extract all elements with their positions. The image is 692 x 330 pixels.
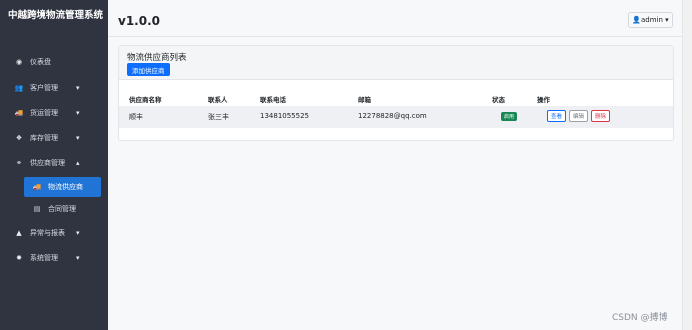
column-header-status: 状态 — [492, 96, 505, 104]
sidebar-item-exceptions-reports[interactable]: ▲ 异常与报表 ▾ — [0, 223, 108, 243]
sidebar-item-label: 货运管理 — [30, 109, 58, 117]
sidebar-item-label: 库存管理 — [30, 134, 58, 142]
column-header-email: 邮箱 — [358, 96, 371, 104]
warning-icon: ▲ — [16, 229, 22, 237]
card-header: 物流供应商列表 添加供应商 — [119, 46, 673, 80]
cell-email: 12278828@qq.com — [358, 112, 427, 120]
card-title: 物流供应商列表 — [127, 53, 187, 63]
app-version: v1.0.0 — [118, 14, 160, 28]
user-menu-button[interactable]: 👤admin ▾ — [628, 12, 673, 28]
header-divider — [108, 36, 682, 37]
users-icon: 👥 — [14, 84, 24, 92]
sidebar-item-contracts[interactable]: ▤ 合同管理 — [24, 199, 101, 219]
sidebar-item-label: 异常与报表 — [30, 229, 65, 237]
status-badge: 启用 — [501, 112, 518, 121]
gear-icon: ✹ — [16, 254, 22, 262]
cell-phone: 13481055525 — [260, 112, 309, 120]
chevron-down-icon: ▾ — [76, 134, 80, 142]
cell-supplier-name: 顺丰 — [129, 113, 143, 121]
sidebar-item-label: 仪表盘 — [30, 58, 51, 66]
column-header-phone: 联系电话 — [260, 96, 286, 104]
sidebar-item-suppliers[interactable]: ⚭ 供应商管理 ▴ — [0, 153, 108, 173]
sidebar-item-label: 合同管理 — [48, 205, 76, 213]
column-header-actions: 操作 — [537, 96, 550, 104]
chevron-down-icon: ▾ — [76, 84, 80, 92]
dashboard-icon: ◉ — [15, 58, 23, 66]
chevron-down-icon: ▾ — [76, 254, 80, 262]
sidebar: 中越跨境物流管理系统 ◉ 仪表盘 👥 客户管理 ▾ 🚚 货运管理 ▾ ❖ 库存管… — [0, 0, 108, 330]
chevron-up-icon: ▴ — [76, 159, 80, 167]
sidebar-item-label: 客户管理 — [30, 84, 58, 92]
truck-icon: 🚚 — [14, 109, 24, 117]
vertical-scrollbar[interactable] — [682, 0, 692, 330]
cell-contact: 张三丰 — [208, 113, 229, 121]
sidebar-item-label: 物流供应商 — [48, 183, 83, 191]
chevron-down-icon: ▾ — [76, 109, 80, 117]
app-brand: 中越跨境物流管理系统 — [8, 10, 104, 21]
sidebar-item-label: 供应商管理 — [30, 159, 65, 167]
watermark: CSDN @搏博 — [612, 313, 668, 323]
column-header-contact: 联系人 — [208, 96, 228, 104]
sidebar-item-inventory[interactable]: ❖ 库存管理 ▾ — [0, 128, 108, 148]
edit-button[interactable]: 编辑 — [569, 110, 589, 122]
sidebar-item-dashboard[interactable]: ◉ 仪表盘 — [0, 52, 108, 72]
sidebar-item-label: 系统管理 — [30, 254, 58, 262]
handshake-icon: ⚭ — [16, 159, 22, 167]
column-header-name: 供应商名称 — [129, 96, 162, 104]
truck-icon: 🚚 — [32, 183, 42, 191]
file-icon: ▤ — [33, 205, 41, 213]
delete-button[interactable]: 删除 — [591, 110, 611, 122]
sidebar-item-customers[interactable]: 👥 客户管理 ▾ — [0, 78, 108, 98]
warehouse-icon: ❖ — [15, 134, 23, 142]
add-supplier-button[interactable]: 添加供应商 — [127, 63, 170, 76]
chevron-down-icon: ▾ — [76, 229, 80, 237]
sidebar-item-shipping[interactable]: 🚚 货运管理 ▾ — [0, 103, 108, 123]
sidebar-item-logistics-suppliers[interactable]: 🚚 物流供应商 — [24, 177, 101, 197]
view-button[interactable]: 查看 — [547, 110, 567, 122]
main-content: v1.0.0 👤admin ▾ 物流供应商列表 添加供应商 供应商名称 联系人 … — [108, 0, 682, 330]
supplier-list-card: 物流供应商列表 添加供应商 供应商名称 联系人 联系电话 邮箱 状态 操作 顺丰… — [118, 45, 674, 141]
sidebar-item-system[interactable]: ✹ 系统管理 ▾ — [0, 248, 108, 268]
